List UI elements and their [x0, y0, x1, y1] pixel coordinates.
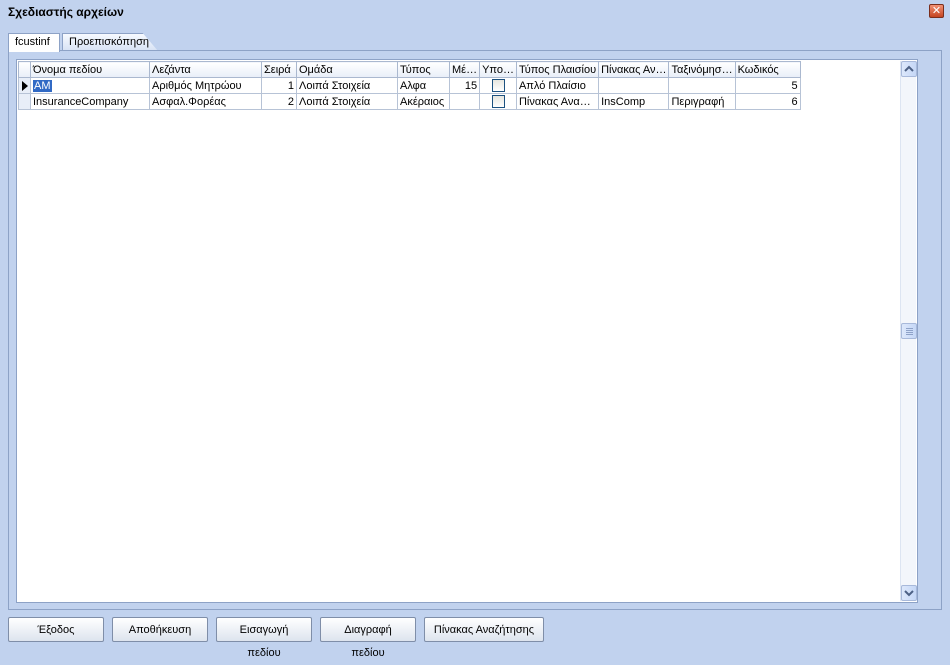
- vertical-scrollbar[interactable]: [900, 61, 917, 601]
- cell-type[interactable]: Ακέραιος: [397, 93, 450, 110]
- cell-size[interactable]: 15: [448, 77, 481, 94]
- cell-required[interactable]: [479, 93, 517, 110]
- cell-frame-type[interactable]: Πίνακας Ανα…: [515, 93, 600, 110]
- cell-code[interactable]: 6: [734, 93, 801, 110]
- cell-order[interactable]: 2: [261, 93, 297, 110]
- cell-sort[interactable]: [668, 77, 736, 94]
- current-row-arrow-icon: [21, 80, 28, 91]
- column-header[interactable]: Ταξινόμησ…: [668, 61, 736, 78]
- cell-required[interactable]: [479, 77, 517, 94]
- scroll-down-button[interactable]: [901, 585, 917, 601]
- row-indicator[interactable]: [18, 93, 31, 110]
- column-header[interactable]: Μέ…: [448, 61, 481, 78]
- tab-preview[interactable]: Προεπισκόπηση: [62, 33, 158, 51]
- delete-field-button[interactable]: Διαγραφή πεδίου: [320, 617, 416, 659]
- cell-field-name[interactable]: InsuranceCompany: [30, 93, 150, 110]
- cell-type[interactable]: Αλφα: [397, 77, 450, 94]
- column-header[interactable]: Όνομα πεδίου: [30, 61, 150, 78]
- cell-frame-type[interactable]: Απλό Πλαίσιο: [515, 77, 600, 94]
- fields-table: Όνομα πεδίου Λεζάντα Σειρά Ομάδα Τύπος Μ…: [18, 61, 801, 110]
- window-title: Σχεδιαστής αρχείων: [8, 5, 124, 19]
- column-header[interactable]: Σειρά: [261, 61, 297, 78]
- cell-field-name[interactable]: AM: [30, 77, 150, 94]
- column-header[interactable]: Τύπος Πλαισίου: [515, 61, 600, 78]
- cell-order[interactable]: 1: [261, 77, 297, 94]
- required-checkbox[interactable]: [491, 79, 505, 92]
- column-header[interactable]: Κωδικός: [734, 61, 801, 78]
- scroll-thumb[interactable]: [901, 323, 917, 339]
- header-indicator: [18, 61, 31, 78]
- required-checkbox[interactable]: [491, 95, 505, 108]
- scroll-down-arrow-icon: [904, 590, 914, 597]
- tab-fcustinf[interactable]: fcustinf: [8, 33, 60, 52]
- table-row[interactable]: InsuranceCompany Ασφαλ.Φορέας 2 Λοιπά Στ…: [18, 93, 801, 110]
- column-header[interactable]: Λεζάντα: [149, 61, 262, 78]
- cell-group[interactable]: Λοιπά Στοιχεία: [296, 93, 398, 110]
- cell-size[interactable]: [448, 93, 481, 110]
- row-indicator[interactable]: [18, 77, 31, 94]
- selected-cell-text: AM: [33, 79, 52, 92]
- column-header[interactable]: Τύπος: [397, 61, 450, 78]
- scroll-up-arrow-icon: [904, 65, 914, 72]
- cell-caption[interactable]: Αριθμός Μητρώου: [149, 77, 262, 94]
- cell-group[interactable]: Λοιπά Στοιχεία: [296, 77, 398, 94]
- close-button[interactable]: ✕: [929, 4, 944, 18]
- grid-header-row: Όνομα πεδίου Λεζάντα Σειρά Ομάδα Τύπος Μ…: [18, 61, 801, 78]
- column-header[interactable]: Ομάδα: [296, 61, 398, 78]
- cell-lookup-table[interactable]: [598, 77, 670, 94]
- cell-sort[interactable]: Περιγραφή: [668, 93, 736, 110]
- cell-code[interactable]: 5: [734, 77, 801, 94]
- fields-grid: Όνομα πεδίου Λεζάντα Σειρά Ομάδα Τύπος Μ…: [16, 59, 918, 603]
- column-header[interactable]: Πίνακας Αν…: [598, 61, 670, 78]
- column-header[interactable]: Υπο…: [479, 61, 517, 78]
- cell-caption[interactable]: Ασφαλ.Φορέας: [149, 93, 262, 110]
- save-button[interactable]: Αποθήκευση: [112, 617, 208, 642]
- lookup-table-button[interactable]: Πίνακας Αναζήτησης: [424, 617, 544, 642]
- cell-lookup-table[interactable]: InsComp: [598, 93, 670, 110]
- exit-button[interactable]: Έξοδος: [8, 617, 104, 642]
- scroll-up-button[interactable]: [901, 61, 917, 77]
- close-icon: ✕: [931, 5, 942, 17]
- insert-field-button[interactable]: Εισαγωγή πεδίου: [216, 617, 312, 659]
- table-row[interactable]: AM Αριθμός Μητρώου 1 Λοιπά Στοιχεία Αλφα…: [18, 77, 801, 94]
